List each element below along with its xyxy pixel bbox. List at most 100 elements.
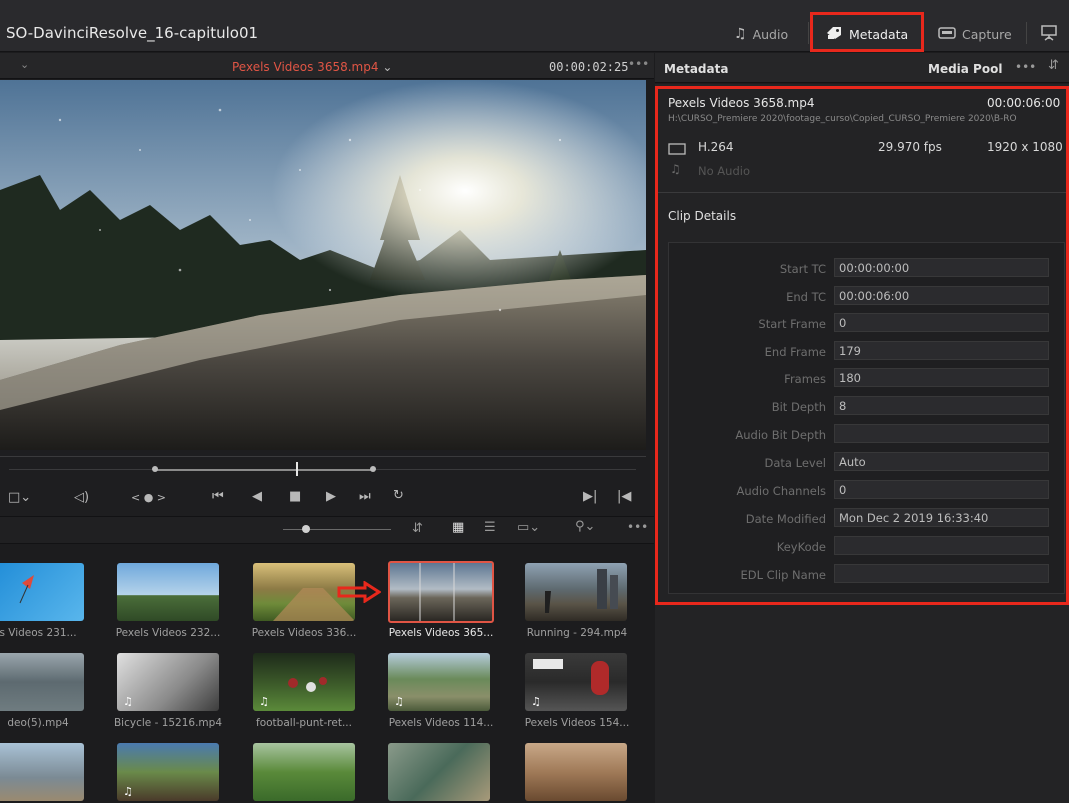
media-pool-grid: s Videos 231... Pexels Videos 232... Pex…: [0, 545, 654, 803]
field-end-tc[interactable]: 00:00:06:00: [834, 286, 1049, 305]
clip-label: Running - 294.mp4: [526, 627, 628, 639]
metadata-page-button[interactable]: Metadata: [825, 14, 908, 54]
metadata-duration: 00:00:06:00: [987, 96, 1061, 110]
scrub-track[interactable]: [155, 469, 372, 471]
field-start-frame[interactable]: 0: [834, 313, 1049, 332]
field-date-modified[interactable]: Mon Dec 2 2019 16:33:40: [834, 508, 1049, 527]
music-note-icon: ♫: [734, 26, 747, 42]
clip-label: Pexels Videos 232...: [115, 627, 221, 639]
scrub-track-left: [9, 469, 155, 470]
more-options-icon[interactable]: •••: [1015, 60, 1036, 74]
clip-label: football-punt-ret...: [256, 717, 352, 729]
out-point-marker[interactable]: [370, 466, 376, 472]
clip-thumbnail[interactable]: [525, 743, 627, 801]
media-pool-selector[interactable]: Media Pool: [928, 62, 1002, 76]
mark-out-icon[interactable]: |◀: [617, 489, 631, 504]
field-bit-depth[interactable]: 8: [834, 396, 1049, 415]
mark-in-icon[interactable]: ▶|: [583, 489, 597, 504]
field-data-level[interactable]: Auto: [834, 452, 1049, 471]
more-options-icon[interactable]: •••: [628, 57, 649, 71]
field-label-end-frame: End Frame: [764, 345, 826, 359]
list-view-icon[interactable]: ☰: [484, 520, 496, 535]
presentation-icon[interactable]: [1040, 24, 1058, 46]
music-note-icon: ♫: [123, 785, 133, 798]
capture-page-button[interactable]: Capture: [938, 14, 1012, 54]
clip-label: s Videos 231...: [0, 627, 77, 639]
play-reverse-icon[interactable]: ◀: [252, 489, 262, 504]
speaker-icon[interactable]: ◁): [74, 490, 89, 505]
audio-page-label: Audio: [752, 26, 789, 42]
viewer-timecode: 00:00:02:25: [549, 60, 629, 74]
clip-thumbnail[interactable]: [525, 563, 627, 621]
stop-icon[interactable]: ■: [289, 489, 301, 504]
clip-thumbnail[interactable]: [117, 563, 219, 621]
more-options-icon[interactable]: •••: [627, 520, 648, 534]
clip-label: Bicycle - 15216.mp4: [113, 717, 223, 729]
clip-thumbnail[interactable]: [0, 563, 84, 621]
thumbnail-size-slider[interactable]: [283, 529, 391, 530]
metadata-page-label: Metadata: [849, 26, 909, 42]
clip-thumbnail-selected[interactable]: [388, 561, 494, 623]
sort-icon[interactable]: ⇵: [1048, 58, 1059, 73]
music-note-icon: ♫: [394, 695, 404, 708]
metadata-file-name: Pexels Videos 3658.mp4: [668, 96, 815, 110]
clip-thumbnail[interactable]: [253, 743, 355, 801]
field-frames[interactable]: 180: [834, 368, 1049, 387]
play-icon[interactable]: ▶: [326, 489, 336, 504]
field-label-start-tc: Start TC: [779, 262, 826, 276]
display-options-icon[interactable]: ▭⌄: [517, 520, 540, 535]
field-end-frame[interactable]: 179: [834, 341, 1049, 360]
clip-details-title: Clip Details: [668, 209, 737, 223]
field-label-audio-channels: Audio Channels: [736, 484, 826, 498]
playhead[interactable]: [296, 462, 298, 476]
go-to-start-icon[interactable]: ⏮: [212, 489, 224, 504]
clip-thumbnail[interactable]: ♫: [388, 653, 490, 711]
divider: [655, 192, 1069, 193]
chevron-down-icon[interactable]: ⌄: [20, 58, 29, 71]
field-label-start-frame: Start Frame: [758, 317, 826, 331]
jog-shuttle-icon[interactable]: < ● >: [131, 491, 166, 504]
thumbnail-view-icon[interactable]: ▦: [452, 520, 464, 535]
video-icon: [668, 140, 686, 159]
clip-label: deo(5).mp4: [7, 717, 69, 729]
metadata-file-path: H:\CURSO_Premiere 2020\footage_curso\Cop…: [668, 114, 1017, 124]
field-edl-clip-name[interactable]: [834, 564, 1049, 583]
viewer-mode-icon[interactable]: □⌄: [8, 490, 31, 505]
field-audio-channels[interactable]: 0: [834, 480, 1049, 499]
clip-thumbnail[interactable]: [0, 653, 84, 711]
in-point-marker[interactable]: [152, 466, 158, 472]
go-to-end-icon[interactable]: ⏭: [359, 489, 371, 504]
loop-icon[interactable]: ↻: [393, 488, 404, 503]
media-pool-toolbar: [0, 516, 654, 544]
search-icon[interactable]: ⚲⌄: [575, 519, 595, 534]
viewer-clip-name-text: Pexels Videos 3658.mp4: [232, 60, 379, 74]
music-note-icon: ♫: [531, 695, 541, 708]
sort-icon[interactable]: ⇵: [412, 521, 423, 536]
field-label-data-level: Data Level: [764, 456, 826, 470]
clip-thumbnail[interactable]: ♫: [117, 743, 219, 801]
metadata-codec: H.264: [698, 140, 734, 154]
clip-thumbnail[interactable]: [388, 743, 490, 801]
audio-page-button[interactable]: ♫ Audio: [734, 14, 788, 54]
viewer-clip-name[interactable]: Pexels Videos 3658.mp4 ⌄: [232, 60, 392, 74]
viewer-frame[interactable]: [0, 80, 646, 450]
capture-page-label: Capture: [962, 26, 1012, 42]
field-keykode[interactable]: [834, 536, 1049, 555]
metadata-panel-title: Metadata: [664, 62, 729, 76]
music-note-icon: ♫: [259, 695, 269, 708]
field-label-keykode: KeyKode: [776, 540, 826, 554]
field-start-tc[interactable]: 00:00:00:00: [834, 258, 1049, 277]
field-audio-bit-depth[interactable]: [834, 424, 1049, 443]
music-note-icon: ♫: [123, 695, 133, 708]
thumbnail-size-slider-handle[interactable]: [302, 525, 310, 533]
project-title: SO-DavinciResolve_16-capitulo01: [6, 24, 259, 42]
field-label-edl-clip-name: EDL Clip Name: [740, 568, 827, 582]
clip-thumbnail[interactable]: [0, 743, 84, 801]
field-label-frames: Frames: [784, 372, 826, 386]
scrub-track-right: [372, 469, 636, 470]
clip-thumbnail[interactable]: ♫: [525, 653, 627, 711]
clip-label: Pexels Videos 114...: [388, 717, 494, 729]
metadata-audio-status: No Audio: [698, 164, 750, 178]
clip-thumbnail[interactable]: ♫: [117, 653, 219, 711]
clip-thumbnail[interactable]: ♫: [253, 653, 355, 711]
